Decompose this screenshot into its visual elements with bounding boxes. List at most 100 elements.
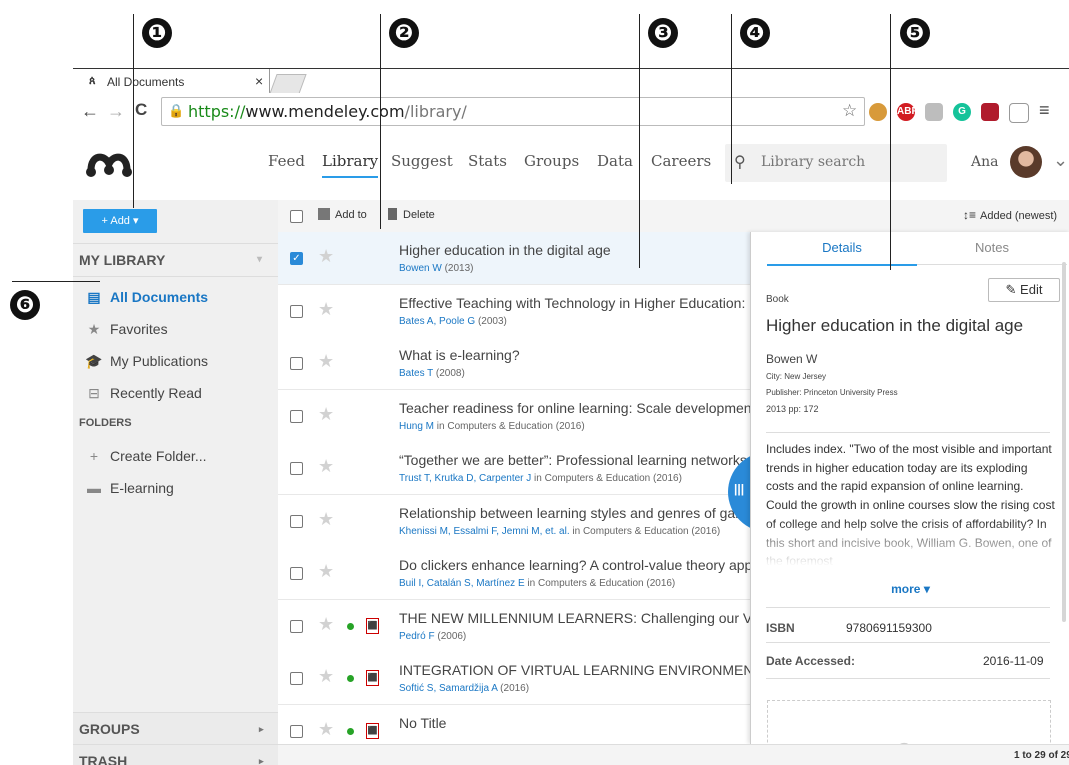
add-to-button[interactable]: Add to: [318, 208, 367, 221]
document-authors[interactable]: Hung M: [399, 421, 434, 432]
document-publisher[interactable]: Publisher: Princeton University Press: [766, 388, 898, 397]
document-row[interactable]: ★ ⬛ INTEGRATION OF VIRTUAL LEARNING ENVIRO…: [278, 652, 750, 705]
pdf-file-icon[interactable]: ⬛: [366, 722, 379, 739]
nav-groups[interactable]: Groups: [524, 152, 579, 170]
nav-library[interactable]: Library: [322, 152, 379, 178]
document-year-pages[interactable]: 2013 pp: 172: [766, 404, 819, 414]
select-all-checkbox[interactable]: [290, 210, 303, 223]
row-checkbox[interactable]: [290, 462, 303, 475]
document-title[interactable]: Higher education in the digital age: [766, 316, 1056, 336]
tab-notes[interactable]: Notes: [917, 232, 1067, 265]
document-title[interactable]: Relationship between learning styles and…: [399, 505, 750, 521]
document-title[interactable]: Effective Teaching with Technology in Hi…: [399, 295, 750, 311]
document-row[interactable]: ★ Do clickers enhance learning? A control…: [278, 547, 750, 600]
cookie-extension-icon[interactable]: [869, 103, 887, 121]
favorite-star-icon[interactable]: ★: [318, 351, 334, 372]
adblock-extension-icon[interactable]: ABP: [897, 103, 918, 121]
forward-icon[interactable]: →: [107, 101, 125, 122]
nav-feed[interactable]: Feed: [268, 152, 305, 170]
mendeley-extension-icon[interactable]: [981, 103, 999, 121]
user-name[interactable]: Ana: [971, 154, 998, 170]
row-checkbox[interactable]: [290, 567, 303, 580]
mendeley-logo-icon[interactable]: [85, 148, 133, 178]
sort-button[interactable]: ↕≡ Added (newest): [963, 208, 1057, 222]
row-checkbox[interactable]: [290, 409, 303, 423]
menu-icon[interactable]: ≡: [1039, 100, 1050, 121]
document-row[interactable]: ★ What is e-learning? Bates T (2008): [278, 337, 750, 390]
row-checkbox[interactable]: [290, 724, 303, 738]
nav-suggest[interactable]: Suggest: [391, 152, 453, 170]
isbn-value[interactable]: 9780691159300: [846, 621, 932, 635]
chevron-down-icon[interactable]: ⌄: [1053, 150, 1068, 171]
document-author[interactable]: Bowen W: [766, 352, 817, 366]
favorite-star-icon[interactable]: ★: [318, 456, 334, 477]
sidebar-item-my-publications[interactable]: 🎓 My Publications: [85, 351, 208, 371]
drive-extension-icon[interactable]: [925, 103, 943, 121]
document-title[interactable]: THE NEW MILLENNIUM LEARNERS: Challenging…: [399, 610, 750, 626]
url-field[interactable]: 🔒 https://www.mendeley.com/library/ ☆: [161, 97, 865, 126]
grammarly-extension-icon[interactable]: G: [953, 103, 971, 121]
bookmark-star-icon[interactable]: ☆: [842, 98, 857, 125]
row-checkbox[interactable]: [290, 304, 303, 318]
row-checkbox[interactable]: [290, 619, 303, 633]
favorite-star-icon[interactable]: ★: [318, 299, 334, 320]
document-authors[interactable]: Bates T: [399, 368, 433, 379]
scrollbar[interactable]: [1062, 262, 1066, 622]
document-authors[interactable]: Trust T, Krutka D, Carpenter J: [399, 473, 531, 484]
trash-section[interactable]: TRASH ▸: [73, 744, 278, 765]
more-toggle[interactable]: more ▾: [751, 582, 1069, 596]
page-extension-icon[interactable]: [1009, 103, 1029, 123]
nav-data[interactable]: Data: [597, 152, 633, 170]
document-title[interactable]: INTEGRATION OF VIRTUAL LEARNING ENVIRONM…: [399, 662, 750, 678]
document-city[interactable]: City: New Jersey: [766, 372, 826, 381]
document-authors[interactable]: Softić S, Samardžija A: [399, 683, 497, 694]
favorite-star-icon[interactable]: ★: [318, 509, 334, 530]
favorite-star-icon[interactable]: ★: [318, 404, 334, 425]
favorite-star-icon[interactable]: ★: [318, 246, 334, 267]
sidebar-item-e-learning[interactable]: ▬ E-learning: [85, 478, 174, 498]
favorite-star-icon[interactable]: ★: [318, 614, 334, 635]
document-row[interactable]: ★ Relationship between learning styles an…: [278, 494, 750, 548]
favorite-star-icon[interactable]: ★: [318, 719, 334, 740]
document-row[interactable]: ★ “Together we are better”: Professional …: [278, 442, 750, 495]
library-search[interactable]: ⚲: [725, 144, 947, 182]
row-checkbox[interactable]: [290, 357, 303, 370]
document-row[interactable]: ★ Effective Teaching with Technology in H…: [278, 284, 750, 338]
date-accessed-value[interactable]: 2016-11-09: [983, 654, 1044, 668]
browser-tab[interactable]: ጰ All Documents ×: [79, 69, 270, 94]
document-title[interactable]: “Together we are better”: Professional l…: [399, 452, 747, 468]
document-title[interactable]: Do clickers enhance learning? A control-…: [399, 557, 750, 573]
document-title[interactable]: No Title: [399, 715, 446, 731]
back-icon[interactable]: ←: [81, 101, 99, 122]
library-search-input[interactable]: [759, 153, 943, 171]
my-library-heading[interactable]: MY LIBRARY ▾: [73, 243, 278, 277]
row-checkbox[interactable]: ✓: [290, 252, 303, 265]
tab-details[interactable]: Details: [767, 232, 917, 266]
avatar[interactable]: [1010, 146, 1042, 178]
document-authors[interactable]: Buil I, Catalán S, Martínez E: [399, 578, 525, 589]
document-authors[interactable]: Pedró F: [399, 631, 435, 642]
delete-button[interactable]: Delete: [388, 208, 435, 221]
sidebar-item-recently-read[interactable]: ⊟ Recently Read: [85, 383, 202, 403]
edit-button[interactable]: ✎ Edit: [988, 278, 1060, 302]
document-title[interactable]: Teacher readiness for online learning: S…: [399, 400, 750, 416]
file-drop-zone[interactable]: ☁: [767, 700, 1051, 744]
nav-stats[interactable]: Stats: [468, 152, 507, 170]
pdf-file-icon[interactable]: ⬛: [366, 670, 379, 686]
row-checkbox[interactable]: [290, 672, 303, 685]
document-title[interactable]: What is e-learning?: [399, 347, 520, 363]
favorite-star-icon[interactable]: ★: [318, 561, 334, 582]
reload-icon[interactable]: C: [135, 100, 147, 120]
add-button[interactable]: + Add ▾: [83, 209, 157, 233]
document-abstract[interactable]: Includes index. "Two of the most visible…: [766, 440, 1056, 566]
nav-careers[interactable]: Careers: [651, 152, 711, 170]
document-authors[interactable]: Bowen W: [399, 263, 442, 274]
sidebar-item-favorites[interactable]: ★ Favorites: [85, 319, 168, 339]
pdf-file-icon[interactable]: ⬛: [366, 617, 379, 634]
document-row[interactable]: ★ Teacher readiness for online learning: …: [278, 389, 750, 443]
row-checkbox[interactable]: [290, 514, 303, 528]
new-tab-button[interactable]: [269, 74, 307, 94]
tab-close-icon[interactable]: ×: [255, 73, 263, 89]
sidebar-item-create-folder[interactable]: + Create Folder...: [85, 446, 207, 466]
document-row[interactable]: ★ ⬛ THE NEW MILLENNIUM LEARNERS: Challengi…: [278, 599, 750, 653]
